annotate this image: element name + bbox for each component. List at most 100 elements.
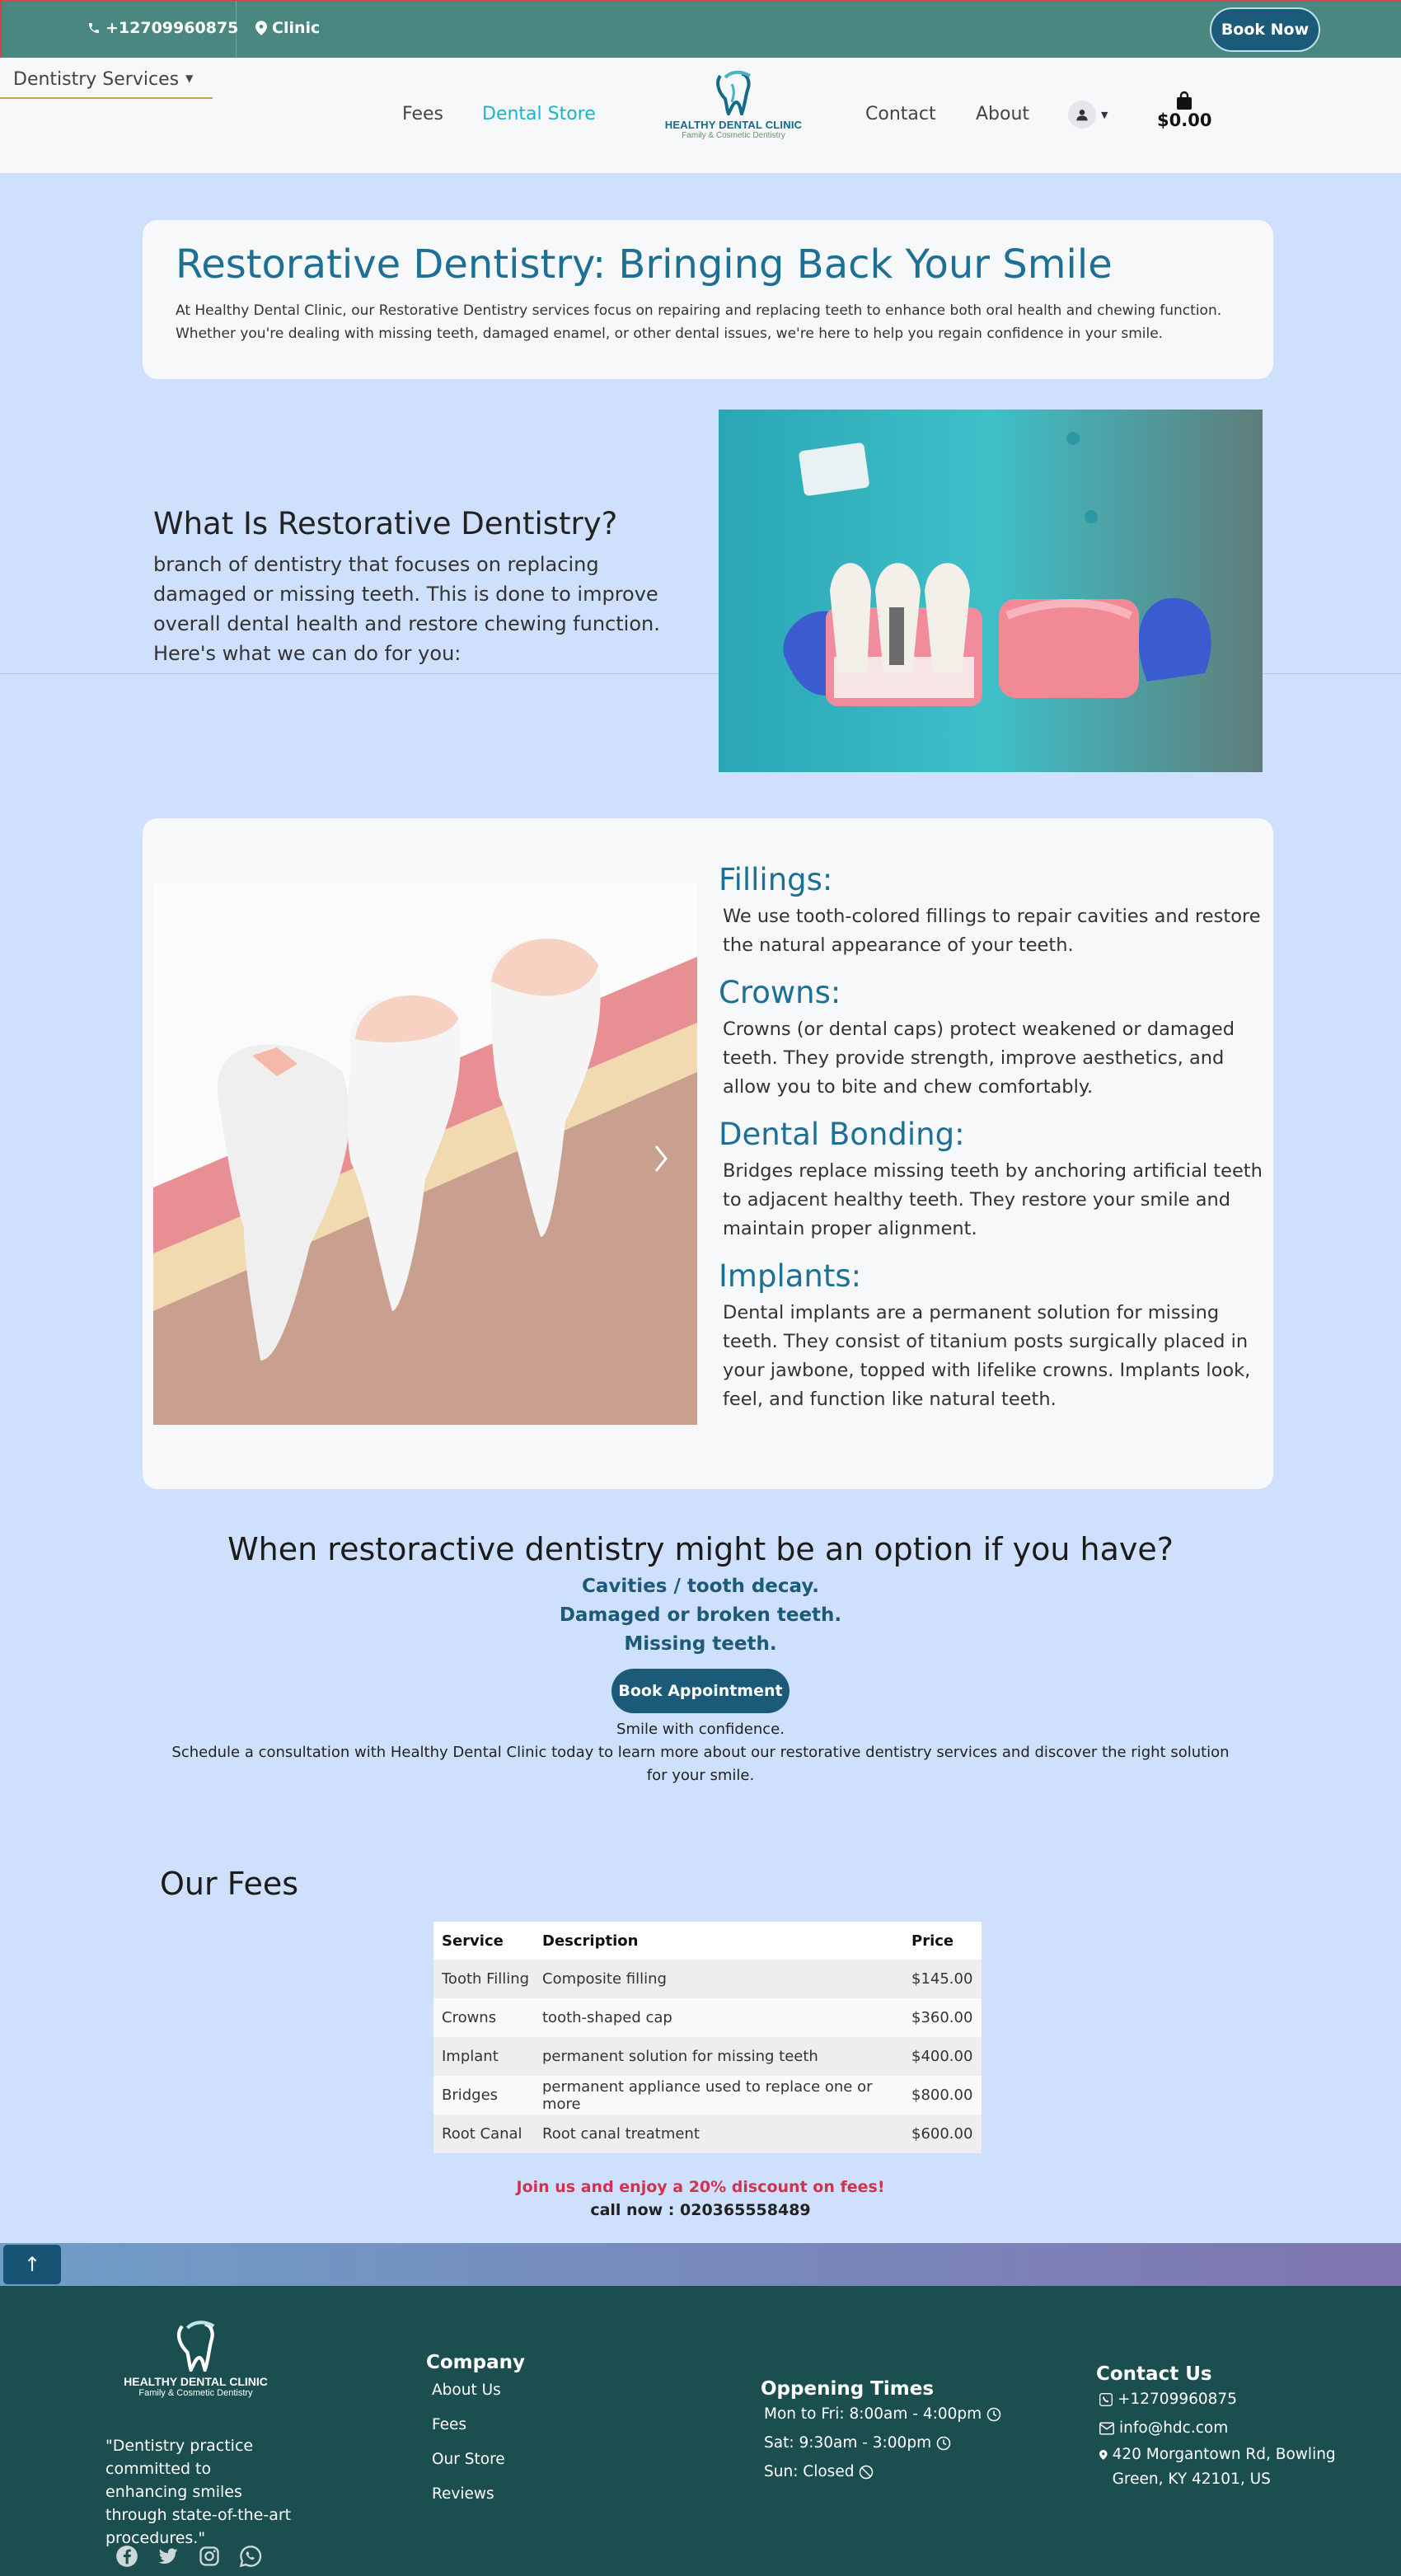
table-cell: tooth-shaped cap: [534, 1998, 903, 2037]
whatsapp-icon[interactable]: [239, 2545, 262, 2568]
promo-section: Join us and enjoy a 20% discount on fees…: [0, 2176, 1401, 2222]
company-column: Company About Us Fees Our Store Reviews: [426, 2352, 525, 2512]
logo-brand-text: HEALTHY DENTAL CLINIC: [664, 119, 803, 131]
tooth-logo-icon: [176, 2321, 214, 2376]
nav-services-label: Dentistry Services: [13, 69, 180, 90]
nav-dentistry-services-dropdown[interactable]: Dentistry Services ▼: [0, 58, 213, 99]
service-title: Fillings:: [719, 862, 833, 897]
top-phone-link[interactable]: +12709960875: [87, 19, 238, 37]
envelope-icon: [1099, 2422, 1114, 2434]
table-row: Root Canal Root canal treatment $600.00: [433, 2115, 982, 2153]
table-row: Implant permanent solution for missing t…: [433, 2037, 982, 2076]
fees-table: Service Description Price Tooth Filling …: [433, 1922, 982, 2153]
cart-button[interactable]: $0.00: [1157, 91, 1211, 130]
hours-weekday-text: Mon to Fri: 8:00am - 4:00pm: [764, 2405, 982, 2423]
service-title: Implants:: [719, 1258, 862, 1294]
table-cell: Implant: [433, 2037, 534, 2076]
table-row: Bridges permanent appliance used to repl…: [433, 2076, 982, 2115]
table-cell: $600.00: [903, 2115, 982, 2153]
page-title: Restorative Dentistry: Bringing Back You…: [176, 241, 1113, 288]
confidence-text: Smile with confidence.: [616, 1721, 785, 1738]
user-menu-dropdown[interactable]: ▼: [1068, 101, 1108, 129]
service-title: Crowns:: [719, 975, 841, 1010]
footer-tagline: Family & Cosmetic Dentistry: [138, 2388, 253, 2398]
services-list: Fillings: We use tooth-colored fillings …: [719, 862, 1271, 1429]
social-links: [115, 2545, 262, 2568]
condition-item: Cavities / tooth decay.: [582, 1576, 819, 1597]
footer-phone[interactable]: +12709960875: [1096, 2385, 1376, 2414]
company-heading: Company: [426, 2352, 525, 2373]
cart-total: $0.00: [1157, 110, 1212, 130]
footer-logo[interactable]: HEALTHY DENTAL CLINIC Family & Cosmetic …: [124, 2314, 268, 2398]
nav-dental-store[interactable]: Dental Store: [482, 104, 596, 124]
service-text: Crowns (or dental caps) protect weakened…: [723, 1019, 1235, 1098]
what-is-text: branch of dentistry that focuses on repl…: [153, 553, 660, 665]
table-header-row: Service Description Price: [433, 1922, 982, 1960]
what-is-title: What Is Restorative Dentistry?: [153, 506, 618, 541]
condition-item: Damaged or broken teeth.: [559, 1604, 842, 1626]
table-cell: permanent solution for missing teeth: [534, 2037, 903, 2076]
top-clinic-link[interactable]: Clinic: [255, 19, 320, 37]
map-pin-icon: [255, 21, 267, 35]
table-cell: Root Canal: [433, 2115, 534, 2153]
contact-heading: Contact Us: [1096, 2363, 1212, 2385]
what-is-section: What Is Restorative Dentistry? branch of…: [153, 506, 697, 668]
fees-title: Our Fees: [160, 1866, 299, 1902]
footer-quote: "Dentistry practice committed to enhanci…: [105, 2437, 292, 2547]
caret-down-icon: ▼: [185, 73, 194, 84]
hours-heading: Oppening Times: [761, 2378, 935, 2400]
scroll-to-top-button[interactable]: ↑: [3, 2245, 61, 2284]
table-cell: permanent appliance used to replace one …: [534, 2076, 903, 2115]
footer: HEALTHY DENTAL CLINIC Family & Cosmetic …: [0, 2286, 1401, 2576]
caret-down-icon: ▼: [1101, 109, 1108, 120]
nav-contact[interactable]: Contact: [865, 104, 936, 124]
table-cell: $400.00: [903, 2037, 982, 2076]
shopping-bag-icon: [1177, 91, 1192, 110]
condition-item: Missing teeth.: [624, 1633, 777, 1655]
map-pin-icon: [1099, 2450, 1108, 2460]
footer-address-text: 420 Morgantown Rd, Bowling Green, KY 421…: [1112, 2446, 1336, 2488]
when-title: When restoractive dentistry might be an …: [227, 1531, 1174, 1567]
footer-link-reviews[interactable]: Reviews: [426, 2477, 525, 2512]
hours-weekday: Mon to Fri: 8:00am - 4:00pm: [761, 2400, 1001, 2428]
footer-link-about-us[interactable]: About Us: [426, 2373, 525, 2408]
table-cell: Bridges: [433, 2076, 534, 2115]
arrow-up-icon: ↑: [23, 2253, 41, 2276]
phone-icon: [89, 23, 99, 33]
footer-link-fees[interactable]: Fees: [426, 2408, 525, 2443]
clock-icon: [986, 2407, 1001, 2421]
user-icon: [1076, 110, 1088, 121]
footer-link-our-store[interactable]: Our Store: [426, 2443, 525, 2477]
hours-saturday: Sat: 9:30am - 3:00pm: [761, 2428, 1001, 2457]
column-header: Price: [903, 1922, 982, 1960]
footer-email[interactable]: info@hdc.com: [1096, 2414, 1376, 2443]
table-cell: Root canal treatment: [534, 2115, 903, 2153]
book-now-button[interactable]: Book Now: [1210, 7, 1320, 52]
table-cell: Crowns: [433, 1998, 534, 2037]
tooth-logo-icon: [716, 70, 752, 119]
when-section: When restoractive dentistry might be an …: [0, 1531, 1401, 1787]
top-phone-text: +12709960875: [105, 19, 239, 37]
service-text: Bridges replace missing teeth by anchori…: [723, 1160, 1263, 1239]
gradient-band: [0, 2243, 1401, 2286]
hours-sunday: Sun: Closed: [761, 2457, 1001, 2486]
top-divider: [236, 1, 237, 59]
conditions-list: Cavities / tooth decay. Damaged or broke…: [0, 1572, 1401, 1659]
instagram-icon[interactable]: [198, 2545, 221, 2568]
service-text: Dental implants are a permanent solution…: [723, 1302, 1251, 1410]
top-clinic-text: Clinic: [272, 19, 321, 37]
call-now-text: call now : 020365558489: [590, 2201, 811, 2219]
table-cell: $800.00: [903, 2076, 982, 2115]
site-logo[interactable]: HEALTHY DENTAL CLINIC Family & Cosmetic …: [659, 68, 808, 152]
user-avatar: [1068, 101, 1096, 129]
twitter-icon[interactable]: [157, 2545, 180, 2568]
nav-about[interactable]: About: [976, 104, 1029, 124]
book-appointment-button[interactable]: Book Appointment: [611, 1669, 790, 1713]
table-cell: $360.00: [903, 1998, 982, 2037]
nav-fees[interactable]: Fees: [402, 104, 443, 124]
footer-address: 420 Morgantown Rd, Bowling Green, KY 421…: [1096, 2443, 1376, 2492]
column-header: Service: [433, 1922, 534, 1960]
discount-text: Join us and enjoy a 20% discount on fees…: [516, 2178, 885, 2196]
facebook-icon[interactable]: [115, 2545, 138, 2568]
top-bar: +12709960875 Clinic Book Now: [0, 0, 1401, 59]
